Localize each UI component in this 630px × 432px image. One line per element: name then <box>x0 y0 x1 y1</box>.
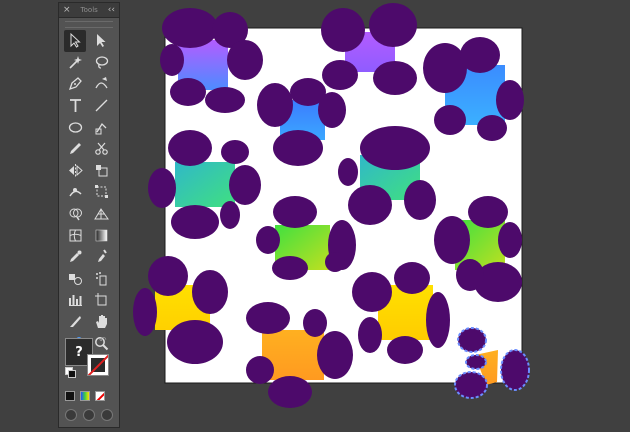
shaper-icon <box>94 120 109 135</box>
tools-panel: × Tools ‹‹ ? ↶ <box>58 2 120 428</box>
tools-panel-title: Tools <box>80 6 98 14</box>
shape-builder-icon <box>68 206 83 221</box>
slice-tool[interactable] <box>64 311 86 333</box>
free-transform-tool[interactable] <box>90 181 112 203</box>
selection-tool[interactable] <box>64 30 86 52</box>
mesh-icon <box>68 228 83 243</box>
eyedropper-tool[interactable] <box>64 246 86 268</box>
symbol-sprayer-tool[interactable] <box>90 268 112 290</box>
line-segment-tool[interactable] <box>90 95 112 117</box>
reflect-tool[interactable] <box>64 160 86 182</box>
hand-icon <box>95 315 107 329</box>
scissors-tool[interactable] <box>90 138 112 160</box>
eyedropper-icon <box>69 250 81 263</box>
artboard-tool[interactable] <box>90 289 112 311</box>
puppet-warp-icon <box>68 188 83 199</box>
draw-inside-icon[interactable] <box>101 409 113 421</box>
measure-tool[interactable] <box>90 246 112 268</box>
collapse-panel-button[interactable]: ‹‹ <box>108 3 115 17</box>
lasso-tool[interactable] <box>90 52 112 74</box>
scissors-icon <box>94 141 109 156</box>
pen-icon <box>68 76 83 91</box>
ellipse-tool[interactable] <box>64 116 86 138</box>
direct-selection-tool[interactable] <box>90 30 112 52</box>
perspective-icon <box>94 206 109 221</box>
curvature-tool[interactable] <box>90 73 112 95</box>
hand-tool[interactable] <box>90 311 112 333</box>
lasso-icon <box>94 55 109 70</box>
close-panel-button[interactable]: × <box>63 3 71 17</box>
scale-icon <box>95 164 109 178</box>
magic-wand-tool[interactable] <box>64 52 86 74</box>
stroke-swatch[interactable] <box>87 354 109 376</box>
column-graph-tool[interactable] <box>64 289 86 311</box>
shape-builder-tool[interactable] <box>64 203 86 225</box>
fill-stroke-widget: ? ↶ <box>65 336 117 382</box>
pencil-icon <box>69 143 81 155</box>
pencil-tool[interactable] <box>64 138 86 160</box>
pen-tool[interactable] <box>64 73 86 95</box>
none-button[interactable] <box>95 391 105 401</box>
tool-grid <box>59 28 119 354</box>
eyedropper-measure-icon <box>97 249 109 263</box>
swap-fill-stroke-icon[interactable]: ↶ <box>99 336 107 346</box>
scale-tool[interactable] <box>90 160 112 182</box>
curvature-icon <box>94 77 109 91</box>
type-tool[interactable] <box>64 95 86 117</box>
draw-behind-icon[interactable] <box>83 409 95 421</box>
arrow-black-icon <box>68 33 83 48</box>
color-button[interactable] <box>65 391 75 401</box>
type-icon <box>69 98 81 113</box>
mesh-tool[interactable] <box>64 224 86 246</box>
shaper-tool[interactable] <box>90 116 112 138</box>
spot-9[interactable] <box>133 256 228 364</box>
default-fill-stroke-icon[interactable] <box>65 367 76 378</box>
blend-tool[interactable] <box>64 268 86 290</box>
perspective-grid-tool[interactable] <box>90 203 112 225</box>
draw-normal-icon[interactable] <box>65 409 77 421</box>
tools-panel-header[interactable]: × Tools ‹‹ <box>59 3 119 18</box>
reflect-icon <box>68 163 83 178</box>
artboard-icon <box>94 293 109 307</box>
gradient-tool[interactable] <box>90 224 112 246</box>
panel-grip[interactable] <box>65 21 113 28</box>
arrow-white-icon <box>96 34 105 48</box>
color-mode-row <box>65 391 105 401</box>
puppet-warp-tool[interactable] <box>64 181 86 203</box>
symbol-sprayer-icon <box>95 271 109 286</box>
slice-icon <box>69 316 81 328</box>
blend-icon <box>68 273 83 286</box>
gradient-icon <box>94 228 109 243</box>
free-transform-icon <box>94 185 108 199</box>
gradient-button[interactable] <box>80 391 90 401</box>
line-icon <box>94 98 109 113</box>
column-graph-icon <box>68 295 83 307</box>
draw-mode-row <box>65 409 113 421</box>
magic-wand-icon <box>68 55 82 70</box>
ellipse-icon <box>68 120 83 135</box>
